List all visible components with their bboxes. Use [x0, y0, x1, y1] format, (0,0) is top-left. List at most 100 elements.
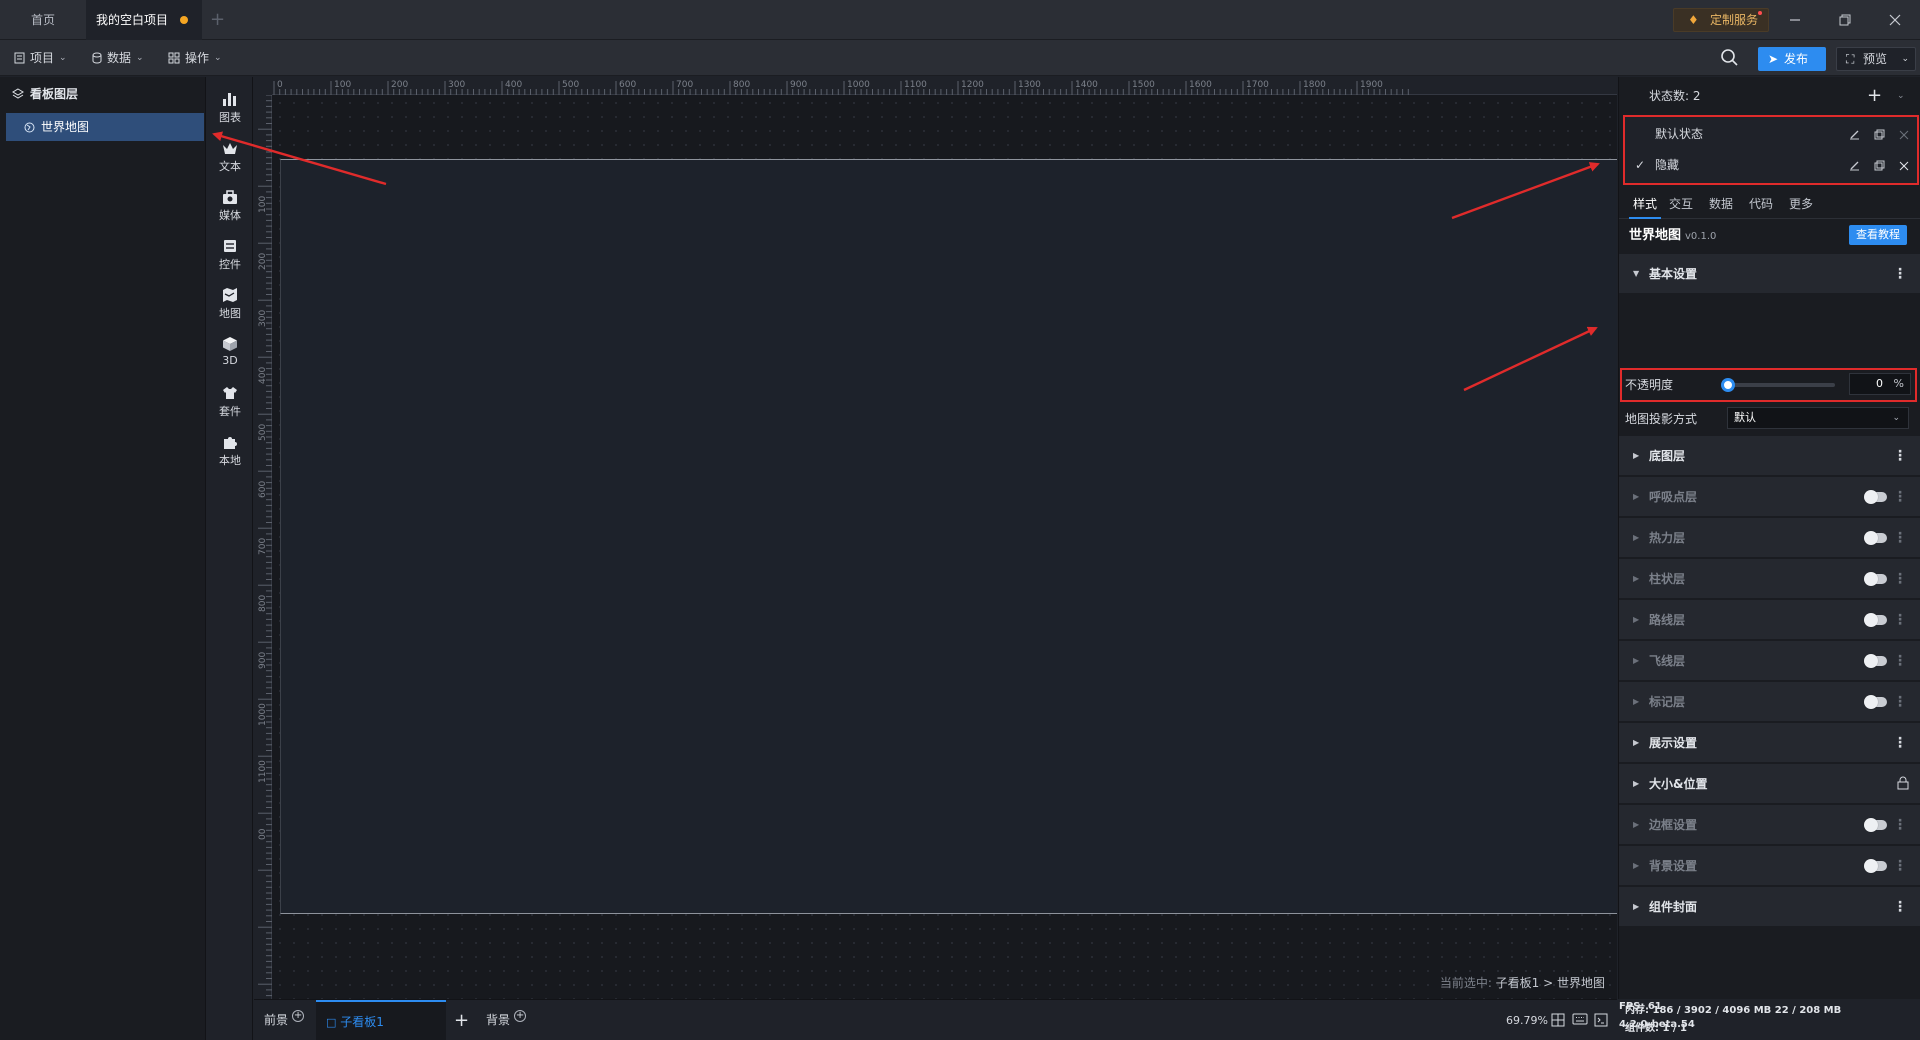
section-row[interactable]: ▶ 组件封面 ⋮: [1619, 887, 1920, 927]
section-row[interactable]: ▶ 热力层 ⋮: [1619, 518, 1920, 558]
edit-icon[interactable]: [1849, 160, 1860, 171]
tab-style[interactable]: 样式: [1629, 189, 1661, 219]
restore-icon[interactable]: [1820, 0, 1870, 40]
add-circle-icon[interactable]: +: [292, 1010, 305, 1022]
canvas-area[interactable]: 0 100 200 300 400 500 600 700 800 900 1000 1100 1200…: [254, 77, 1617, 999]
copy-icon[interactable]: [1874, 160, 1885, 171]
component-kits-label: 套件: [219, 405, 241, 418]
section-row[interactable]: ▶ 展示设置 ⋮: [1619, 723, 1920, 763]
component-local-label: 本地: [219, 454, 241, 467]
custom-service-button[interactable]: ♦ 定制服务: [1673, 8, 1769, 32]
more-vertical-icon[interactable]: ⋮: [1893, 559, 1907, 599]
tab-more[interactable]: 更多: [1789, 189, 1813, 219]
component-kits[interactable]: 套件: [207, 377, 253, 429]
section-row[interactable]: ▶ 背景设置 ⋮: [1619, 846, 1920, 886]
projection-select[interactable]: 默认 ⌄: [1727, 407, 1909, 429]
section-row[interactable]: ▶ 呼吸点层 ⋮: [1619, 477, 1920, 517]
lock-icon[interactable]: [1897, 776, 1909, 790]
delete-icon[interactable]: [1899, 130, 1909, 140]
more-vertical-icon[interactable]: ⋮: [1893, 600, 1907, 640]
zoom-level[interactable]: 69.79%: [1506, 1000, 1548, 1040]
edit-icon[interactable]: [1849, 129, 1860, 140]
tutorial-button[interactable]: 查看教程: [1849, 225, 1907, 245]
tab-data[interactable]: 数据: [1709, 189, 1733, 219]
add-circle-icon[interactable]: +: [514, 1010, 527, 1022]
layer-item-label: 世界地图: [41, 120, 90, 134]
minimize-icon[interactable]: [1770, 0, 1820, 40]
menu-operate[interactable]: 操作 ⌄: [168, 40, 222, 76]
search-icon[interactable]: [1720, 48, 1740, 68]
more-vertical-icon[interactable]: ⋮: [1893, 723, 1907, 763]
toggle-switch[interactable]: [1864, 613, 1887, 627]
menu-project[interactable]: 项目 ⌄: [14, 40, 67, 76]
opacity-value: 0: [1876, 377, 1883, 390]
caret-right-icon: ▶: [1633, 656, 1640, 665]
component-charts[interactable]: 图表: [207, 83, 253, 135]
more-vertical-icon[interactable]: ⋮: [1893, 846, 1907, 886]
tab-interaction[interactable]: 交互: [1669, 189, 1693, 219]
layer-item[interactable]: 世界地图: [6, 113, 204, 141]
toggle-switch[interactable]: [1864, 531, 1887, 545]
close-icon[interactable]: [1870, 0, 1920, 40]
component-local[interactable]: 本地: [207, 426, 253, 478]
world-map-stage[interactable]: [280, 159, 1617, 914]
tab-home[interactable]: 首页: [0, 0, 86, 40]
more-vertical-icon[interactable]: ⋮: [1893, 477, 1907, 517]
component-map[interactable]: 地图: [207, 279, 253, 331]
section-row[interactable]: ▶ 底图层 ⋮: [1619, 436, 1920, 476]
more-vertical-icon[interactable]: ⋮: [1893, 682, 1907, 722]
toggle-switch[interactable]: [1864, 572, 1887, 586]
more-vertical-icon[interactable]: ⋮: [1893, 641, 1907, 681]
more-vertical-icon[interactable]: ⋮: [1893, 805, 1907, 845]
state-default[interactable]: 默认状态: [1625, 119, 1917, 150]
state-header: 状态数: 2 + ⌄: [1619, 77, 1920, 115]
fit-screen-icon[interactable]: [1551, 1013, 1567, 1027]
caret-right-icon: ▶: [1633, 820, 1640, 829]
new-tab-icon[interactable]: +: [210, 9, 225, 31]
component-widgets[interactable]: 控件: [207, 230, 253, 282]
opacity-input[interactable]: 0 %: [1849, 373, 1911, 395]
tab-background[interactable]: 背景 +: [486, 1000, 527, 1040]
opacity-slider-handle[interactable]: [1721, 378, 1735, 392]
selection-path[interactable]: 子看板1 > 世界地图: [1496, 976, 1605, 990]
chevron-down-icon[interactable]: ⌄: [1897, 77, 1905, 115]
opacity-slider[interactable]: [1723, 383, 1835, 387]
state-hidden[interactable]: ✓ 隐藏: [1625, 150, 1917, 181]
tab-code[interactable]: 代码: [1749, 189, 1773, 219]
ruler-label: 1400: [1075, 80, 1098, 90]
copy-icon[interactable]: [1874, 129, 1885, 140]
toggle-switch[interactable]: [1864, 859, 1887, 873]
section-row[interactable]: ▶ 路线层 ⋮: [1619, 600, 1920, 640]
menu-data[interactable]: 数据 ⌄: [92, 40, 144, 76]
more-vertical-icon[interactable]: ⋮: [1893, 518, 1907, 558]
more-vertical-icon[interactable]: ⋮: [1893, 254, 1907, 294]
ruler-label: 1100: [904, 80, 927, 90]
component-text[interactable]: 文本: [207, 132, 253, 184]
toggle-switch[interactable]: [1864, 654, 1887, 668]
toggle-switch[interactable]: [1864, 695, 1887, 709]
section-row[interactable]: ▶ 大小&位置: [1619, 764, 1920, 804]
keyboard-icon[interactable]: [1572, 1013, 1588, 1027]
publish-button[interactable]: ➤ 发布: [1758, 47, 1826, 71]
section-row[interactable]: ▶ 标记层 ⋮: [1619, 682, 1920, 722]
more-vertical-icon[interactable]: ⋮: [1893, 887, 1907, 927]
tab-project[interactable]: 我的空白项目: [86, 0, 202, 40]
tab-subboard[interactable]: □ 子看板1: [316, 1000, 446, 1040]
component-3d[interactable]: 3D: [207, 328, 253, 380]
toggle-switch[interactable]: [1864, 490, 1887, 504]
tab-foreground[interactable]: 前景 +: [264, 1000, 305, 1040]
chevron-down-icon[interactable]: ⌄: [1901, 48, 1909, 70]
section-row[interactable]: ▶ 柱状层 ⋮: [1619, 559, 1920, 599]
section-row[interactable]: ▶ 边框设置 ⋮: [1619, 805, 1920, 845]
component-media[interactable]: 媒体: [207, 181, 253, 233]
more-vertical-icon[interactable]: ⋮: [1893, 436, 1907, 476]
toggle-switch[interactable]: [1864, 818, 1887, 832]
section-row[interactable]: ▶ 飞线层 ⋮: [1619, 641, 1920, 681]
add-board-icon[interactable]: +: [454, 1000, 469, 1040]
preview-button[interactable]: ⛶ 预览 ⌄: [1836, 47, 1916, 71]
delete-icon[interactable]: [1899, 161, 1909, 171]
publish-label: 发布: [1784, 52, 1809, 66]
section-basic-settings[interactable]: ▼ 基本设置 ⋮: [1619, 254, 1920, 294]
add-state-icon[interactable]: +: [1867, 77, 1882, 115]
terminal-icon[interactable]: [1594, 1013, 1610, 1027]
